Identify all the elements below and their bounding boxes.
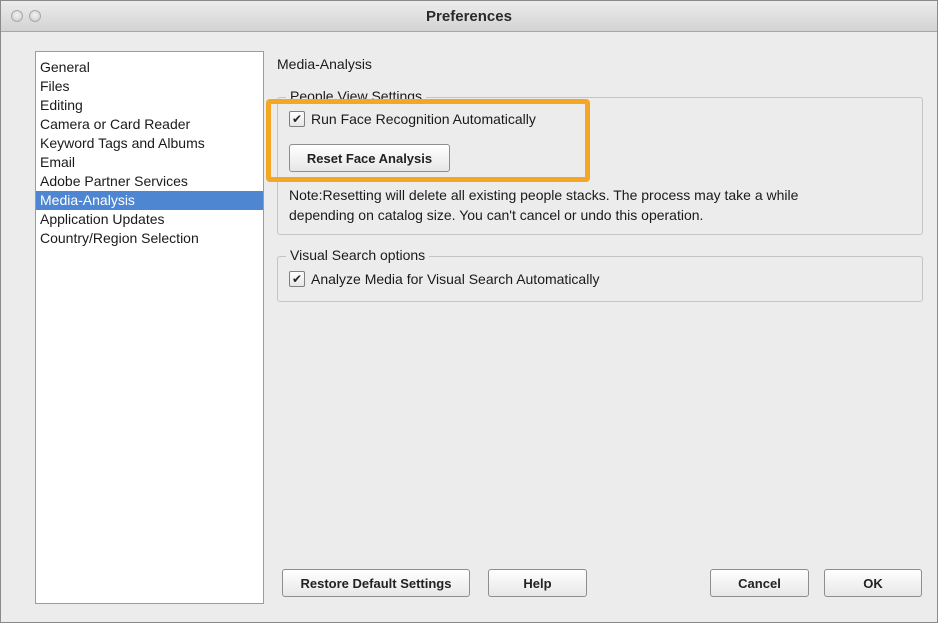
- sidebar-item-keyword-tags-and-albums[interactable]: Keyword Tags and Albums: [36, 134, 263, 153]
- analyze-media-option[interactable]: ✔ Analyze Media for Visual Search Automa…: [289, 271, 599, 287]
- reset-note-line-2: depending on catalog size. You can't can…: [289, 207, 704, 223]
- cancel-button[interactable]: Cancel: [710, 569, 809, 597]
- reset-note: Note:Resetting will delete all existing …: [289, 185, 798, 225]
- reset-note-line-1: Note:Resetting will delete all existing …: [289, 187, 799, 203]
- sidebar-item-camera-or-card-reader[interactable]: Camera or Card Reader: [36, 115, 263, 134]
- analyze-media-label: Analyze Media for Visual Search Automati…: [311, 271, 600, 287]
- visual-search-options-legend: Visual Search options: [286, 247, 430, 263]
- sidebar-item-media-analysis[interactable]: Media-Analysis: [36, 191, 263, 210]
- sidebar-item-application-updates[interactable]: Application Updates: [36, 210, 263, 229]
- sidebar-item-editing[interactable]: Editing: [36, 96, 263, 115]
- restore-default-settings-button[interactable]: Restore Default Settings: [282, 569, 470, 597]
- sidebar-item-adobe-partner-services[interactable]: Adobe Partner Services: [36, 172, 263, 191]
- preferences-category-list: General Files Editing Camera or Card Rea…: [35, 51, 264, 604]
- section-title: Media-Analysis: [277, 56, 372, 72]
- sidebar-item-files[interactable]: Files: [36, 77, 263, 96]
- sidebar-item-general[interactable]: General: [36, 58, 263, 77]
- analyze-media-checkbox[interactable]: ✔: [289, 271, 305, 287]
- window-title: Preferences: [426, 8, 512, 25]
- preferences-window: Preferences General Files Editing Camera…: [0, 0, 938, 623]
- highlight-callout: [266, 99, 590, 182]
- sidebar-item-email[interactable]: Email: [36, 153, 263, 172]
- checkmark-icon: ✔: [291, 272, 303, 286]
- ok-button[interactable]: OK: [824, 569, 922, 597]
- help-button[interactable]: Help: [488, 569, 587, 597]
- sidebar-item-country-region-selection[interactable]: Country/Region Selection: [36, 229, 263, 248]
- title-bar[interactable]: Preferences: [1, 1, 937, 32]
